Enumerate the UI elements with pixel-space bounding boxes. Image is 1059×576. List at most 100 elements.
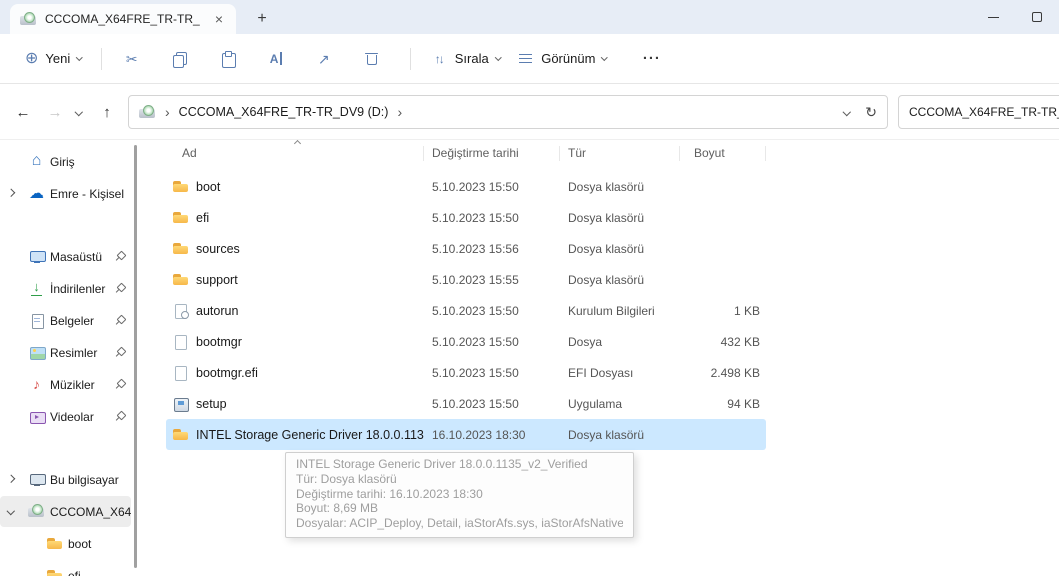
back-button[interactable]: ← bbox=[8, 97, 38, 127]
sidebar-item[interactable]: Resimler bbox=[0, 337, 131, 368]
pictures-icon bbox=[28, 344, 46, 361]
pin-icon bbox=[115, 283, 125, 293]
sidebar-item[interactable]: CCCOMA_X64FRE_TR-TR_DV9 bbox=[0, 496, 131, 527]
view-button[interactable]: Görünüm bbox=[509, 41, 616, 77]
file-row[interactable]: bootmgr 5.10.2023 15:50 Dosya 432 KB bbox=[166, 326, 766, 357]
more-options-button[interactable]: ··· bbox=[634, 41, 670, 77]
file-row[interactable]: efi 5.10.2023 15:50 Dosya klasörü bbox=[166, 202, 766, 233]
sidebar-item[interactable]: Belgeler bbox=[0, 305, 131, 336]
folder-icon bbox=[172, 178, 189, 195]
file-name: support bbox=[196, 272, 238, 287]
file-row[interactable]: bootmgr.efi 5.10.2023 15:50 EFI Dosyası … bbox=[166, 357, 766, 388]
drive-icon bbox=[139, 104, 156, 121]
toolbar-button[interactable] bbox=[352, 41, 392, 77]
file-row[interactable]: sources 5.10.2023 15:56 Dosya klasörü bbox=[166, 233, 766, 264]
forward-button[interactable]: → bbox=[40, 97, 70, 127]
address-dropdown-icon[interactable] bbox=[842, 108, 851, 116]
scrollbar-thumb[interactable] bbox=[134, 145, 137, 568]
maximize-button[interactable] bbox=[1015, 0, 1059, 34]
share-icon bbox=[316, 51, 332, 67]
folder-icon bbox=[172, 426, 189, 443]
up-button[interactable]: ↑ bbox=[92, 97, 122, 127]
new-button[interactable]: ⊕ Yeni bbox=[16, 41, 91, 77]
column-header-date[interactable]: Değiştirme tarihi bbox=[424, 140, 560, 166]
file-type: Dosya klasörü bbox=[568, 179, 645, 194]
address-bar[interactable]: › CCCOMA_X64FRE_TR-TR_DV9 (D:) › ↻ bbox=[128, 95, 888, 129]
file-name: INTEL Storage Generic Driver 18.0.0.1135… bbox=[196, 427, 424, 442]
file-row[interactable]: support 5.10.2023 15:55 Dosya klasörü bbox=[166, 264, 766, 295]
expand-chevron-icon[interactable] bbox=[6, 474, 15, 483]
search-input[interactable] bbox=[898, 95, 1059, 129]
sidebar-item[interactable]: Müzikler bbox=[0, 369, 131, 400]
file-icon bbox=[172, 364, 189, 381]
sidebar-item[interactable]: Videolar bbox=[0, 401, 131, 432]
column-header-size[interactable]: Boyut bbox=[680, 140, 766, 166]
file-date: 16.10.2023 18:30 bbox=[432, 427, 526, 442]
file-size: 2.498 KB bbox=[710, 365, 760, 380]
folder-icon bbox=[46, 535, 63, 552]
chevron-down-icon bbox=[76, 53, 83, 61]
file-row[interactable]: boot 5.10.2023 15:50 Dosya klasörü bbox=[166, 171, 766, 202]
column-headers: Ad Değiştirme tarihi Tür Boyut bbox=[166, 139, 1059, 166]
file-name: sources bbox=[196, 241, 240, 256]
chevron-down-icon bbox=[601, 53, 608, 61]
folder-icon bbox=[172, 271, 189, 288]
file-row[interactable]: INTEL Storage Generic Driver 18.0.0.1135… bbox=[166, 419, 766, 450]
file-type: Dosya klasörü bbox=[568, 272, 645, 287]
delete-icon bbox=[364, 51, 380, 67]
music-icon bbox=[28, 376, 45, 393]
pin-icon bbox=[115, 315, 125, 325]
drive-icon bbox=[20, 11, 37, 28]
setup-info-icon bbox=[172, 302, 189, 319]
refresh-icon[interactable]: ↻ bbox=[865, 104, 877, 121]
expand-chevron-icon[interactable] bbox=[6, 506, 15, 515]
pin-icon bbox=[115, 379, 125, 389]
explorer-tab[interactable]: CCCOMA_X64FRE_TR-TR_DV9 × bbox=[10, 4, 236, 34]
file-type: Dosya bbox=[568, 334, 603, 349]
caption-buttons bbox=[971, 0, 1059, 34]
recent-locations-button[interactable] bbox=[70, 97, 88, 127]
sidebar-item[interactable]: boot bbox=[0, 528, 131, 559]
file-type: Kurulum Bilgileri bbox=[568, 303, 655, 318]
pin-icon bbox=[115, 411, 125, 421]
file-date: 5.10.2023 15:50 bbox=[432, 210, 519, 225]
toolbar-button[interactable] bbox=[304, 41, 344, 77]
column-header-type[interactable]: Tür bbox=[560, 140, 680, 166]
command-bar: ⊕ Yeni Sırala Görünüm ··· bbox=[0, 34, 1059, 84]
toolbar-button[interactable] bbox=[112, 41, 152, 77]
pin-icon bbox=[115, 251, 125, 261]
folder-icon bbox=[172, 209, 189, 226]
file-name: efi bbox=[196, 210, 210, 225]
toolbar-button[interactable] bbox=[256, 41, 296, 77]
file-row[interactable]: autorun 5.10.2023 15:50 Kurulum Bilgiler… bbox=[166, 295, 766, 326]
sidebar-item[interactable]: Emre - Kişisel bbox=[0, 178, 131, 209]
toolbar-button[interactable] bbox=[208, 41, 248, 77]
sidebar-item[interactable]: Bu bilgisayar bbox=[0, 464, 131, 495]
tooltip-line: Dosyalar: ACIP_Deploy, Detail, iaStorAfs… bbox=[296, 516, 623, 531]
sidebar-scrollbar[interactable] bbox=[131, 140, 141, 576]
sort-button[interactable]: Sırala bbox=[421, 41, 509, 77]
sidebar-item[interactable]: efi bbox=[0, 560, 131, 576]
copy-icon bbox=[172, 51, 188, 68]
minimize-button[interactable] bbox=[971, 0, 1015, 34]
file-name: bootmgr bbox=[196, 334, 242, 349]
tooltip-line: INTEL Storage Generic Driver 18.0.0.1135… bbox=[296, 457, 588, 471]
file-size: 1 KB bbox=[733, 303, 760, 318]
tooltip-line: Tür: Dosya klasörü bbox=[296, 471, 397, 486]
file-name: bootmgr.efi bbox=[196, 365, 258, 380]
tooltip-line: Değiştirme tarihi: 16.10.2023 18:30 bbox=[296, 486, 483, 501]
sidebar-item[interactable]: İndirilenler bbox=[0, 273, 131, 304]
navigation-pane: Giriş Emre - Kişisel Masaüstü İndirilenl… bbox=[0, 140, 131, 576]
sort-icon bbox=[430, 51, 448, 67]
expand-chevron-icon[interactable] bbox=[6, 188, 15, 197]
drive-icon bbox=[28, 503, 45, 520]
new-tab-button[interactable]: + bbox=[249, 7, 275, 31]
breadcrumb-drive[interactable]: CCCOMA_X64FRE_TR-TR_DV9 (D:) bbox=[179, 105, 389, 119]
file-row[interactable]: setup 5.10.2023 15:50 Uygulama 94 KB bbox=[166, 388, 766, 419]
sidebar-item[interactable]: Giriş bbox=[0, 146, 131, 177]
toolbar-button[interactable] bbox=[160, 41, 200, 77]
file-date: 5.10.2023 15:50 bbox=[432, 303, 519, 318]
column-header-name[interactable]: Ad bbox=[166, 139, 424, 166]
sidebar-item[interactable]: Masaüstü bbox=[0, 241, 131, 272]
close-tab-icon[interactable]: × bbox=[208, 8, 230, 30]
